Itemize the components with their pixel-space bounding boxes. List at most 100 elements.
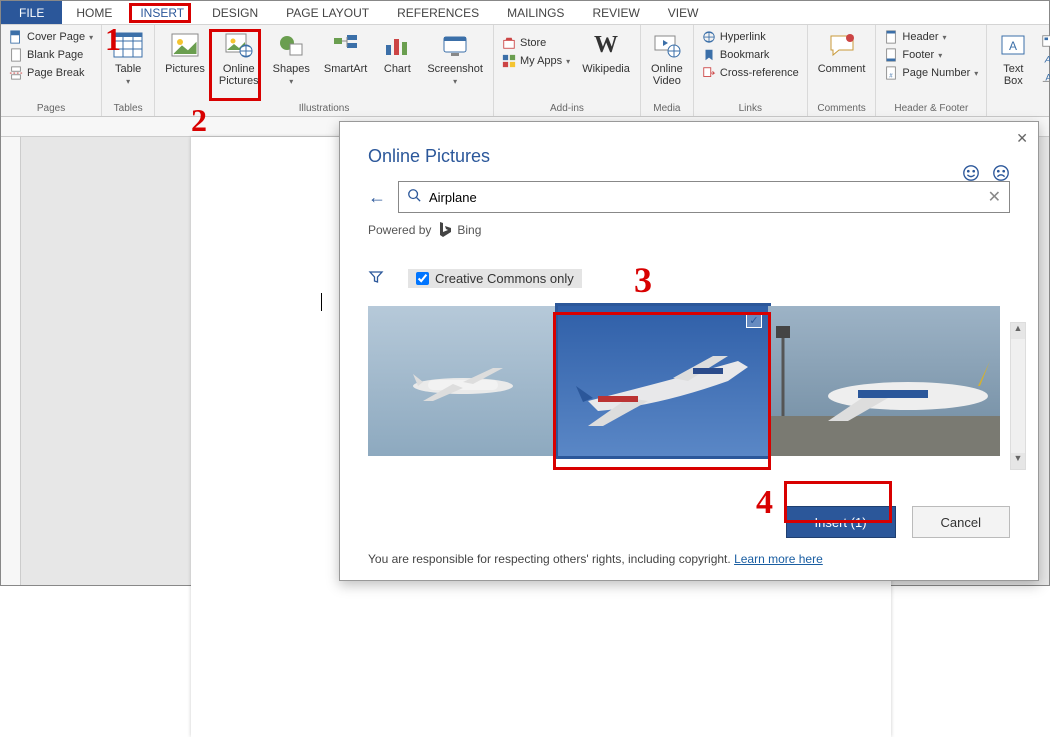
frown-icon[interactable]	[992, 164, 1010, 182]
result-thumb-3[interactable]	[768, 306, 1000, 456]
creative-commons-checkbox[interactable]: Creative Commons only	[408, 269, 582, 288]
store-label: Store	[520, 37, 546, 49]
tab-design[interactable]: DESIGN	[198, 1, 272, 24]
cover-page-button[interactable]: Cover Page▾	[7, 29, 95, 45]
search-box: ✕	[398, 181, 1010, 213]
smartart-label: SmartArt	[324, 63, 367, 75]
group-illustrations: Pictures Online Pictures Shapes ▾ SmartAr…	[155, 25, 494, 116]
dropdown-icon: ▾	[89, 33, 93, 42]
tab-view[interactable]: VIEW	[654, 1, 713, 24]
dropdown-icon: ▾	[289, 77, 293, 86]
clear-search-button[interactable]: ✕	[988, 187, 1001, 207]
group-header-footer: Header ▾ Footer ▾ # Page Number ▾ Header…	[876, 25, 987, 116]
group-header-footer-label: Header & Footer	[882, 103, 980, 116]
comment-label: Comment	[818, 63, 866, 75]
pictures-label: Pictures	[165, 63, 205, 75]
blank-page-button[interactable]: Blank Page	[7, 47, 95, 63]
powered-by: Powered by Bing	[368, 221, 1010, 239]
group-addins-label: Add-ins	[500, 103, 634, 116]
footer-button[interactable]: Footer ▾	[882, 47, 980, 63]
my-apps-button[interactable]: My Apps ▾	[500, 53, 572, 69]
bookmark-button[interactable]: Bookmark	[700, 47, 801, 63]
page-number-icon: #	[884, 66, 898, 80]
group-tables: Table▾ Tables	[102, 25, 155, 116]
online-video-button[interactable]: Online Video	[647, 27, 687, 103]
back-button[interactable]: ←	[368, 187, 386, 208]
bing-label: Bing	[457, 223, 481, 237]
filter-button[interactable]	[368, 269, 384, 288]
chart-button[interactable]: Chart	[377, 27, 417, 103]
tab-file[interactable]: FILE	[1, 1, 62, 24]
online-pictures-button[interactable]: Online Pictures	[215, 27, 263, 103]
table-button[interactable]: Table ▾	[108, 27, 148, 103]
group-pages-label: Pages	[7, 103, 95, 116]
text-box-button[interactable]: A Text Box	[993, 27, 1033, 103]
text-box-icon: A	[998, 31, 1028, 59]
tab-review[interactable]: REVIEW	[578, 1, 653, 24]
blank-page-label: Blank Page	[27, 49, 83, 61]
page-number-label: Page Number	[902, 67, 970, 79]
tab-home[interactable]: HOME	[62, 1, 126, 24]
svg-text:A: A	[1046, 73, 1050, 84]
chart-icon	[382, 31, 412, 59]
powered-by-label: Powered by	[368, 223, 431, 237]
tab-page-layout[interactable]: PAGE LAYOUT	[272, 1, 383, 24]
smile-icon[interactable]	[962, 164, 980, 182]
tab-mailings[interactable]: MAILINGS	[493, 1, 578, 24]
shapes-label: Shapes	[273, 63, 310, 75]
search-icon	[407, 188, 421, 207]
footer-icon	[884, 48, 898, 62]
shapes-button[interactable]: Shapes ▾	[269, 27, 314, 103]
tab-insert[interactable]: INSERT	[126, 1, 198, 24]
store-icon	[502, 36, 516, 50]
cross-reference-button[interactable]: Cross-reference	[700, 65, 801, 81]
chart-label: Chart	[384, 63, 411, 75]
page-break-button[interactable]: Page Break	[7, 65, 95, 81]
smartart-icon	[331, 31, 361, 59]
cc-checkbox-input[interactable]	[416, 272, 429, 285]
tab-references[interactable]: REFERENCES	[383, 1, 493, 24]
svg-text:A: A	[1009, 39, 1017, 53]
result-thumb-1[interactable]	[368, 306, 558, 456]
scroll-down-button[interactable]: ▼	[1011, 453, 1025, 469]
menu-tabs: FILE HOME INSERT DESIGN PAGE LAYOUT REFE…	[1, 1, 1049, 25]
wikipedia-label: Wikipedia	[582, 63, 630, 75]
screenshot-button[interactable]: Screenshot▾	[423, 27, 487, 103]
learn-more-link[interactable]: Learn more here	[734, 552, 823, 566]
svg-text:A: A	[1044, 55, 1050, 66]
text-cursor	[321, 293, 322, 311]
screenshot-icon	[440, 31, 470, 59]
pictures-button[interactable]: Pictures	[161, 27, 209, 103]
dropdown-icon: ▾	[126, 77, 130, 86]
page-number-button[interactable]: # Page Number ▾	[882, 65, 980, 81]
smartart-button[interactable]: SmartArt	[320, 27, 371, 103]
insert-button[interactable]: Insert (1)	[786, 506, 896, 538]
online-pictures-icon	[224, 31, 254, 59]
group-media-label: Media	[647, 103, 687, 116]
results-scrollbar[interactable]: ▲ ▼	[1010, 322, 1026, 470]
group-comments-label: Comments	[814, 103, 870, 116]
store-button[interactable]: Store	[500, 35, 572, 51]
header-label: Header	[902, 31, 938, 43]
group-media: Online Video Media	[641, 25, 694, 116]
scroll-up-button[interactable]: ▲	[1011, 323, 1025, 339]
pictures-icon	[170, 31, 200, 59]
comment-button[interactable]: Comment	[814, 27, 870, 103]
cc-label: Creative Commons only	[435, 271, 574, 286]
cover-page-icon	[9, 30, 23, 44]
wikipedia-button[interactable]: W Wikipedia	[578, 27, 634, 103]
online-video-icon	[652, 31, 682, 59]
cancel-button[interactable]: Cancel	[912, 506, 1010, 538]
table-label: Table	[115, 63, 141, 75]
header-icon	[884, 30, 898, 44]
wordart-button[interactable]: A▾	[1039, 51, 1050, 67]
dialog-close-button[interactable]: ✕	[1016, 130, 1028, 147]
cross-reference-label: Cross-reference	[720, 67, 799, 79]
result-thumb-2[interactable]: ✓	[558, 306, 768, 456]
drop-cap-button[interactable]: A▾	[1039, 69, 1050, 85]
header-button[interactable]: Header ▾	[882, 29, 980, 45]
hyperlink-button[interactable]: Hyperlink	[700, 29, 801, 45]
quick-parts-button[interactable]: ▾	[1039, 33, 1050, 49]
search-input[interactable]	[429, 190, 980, 205]
cross-reference-icon	[702, 66, 716, 80]
